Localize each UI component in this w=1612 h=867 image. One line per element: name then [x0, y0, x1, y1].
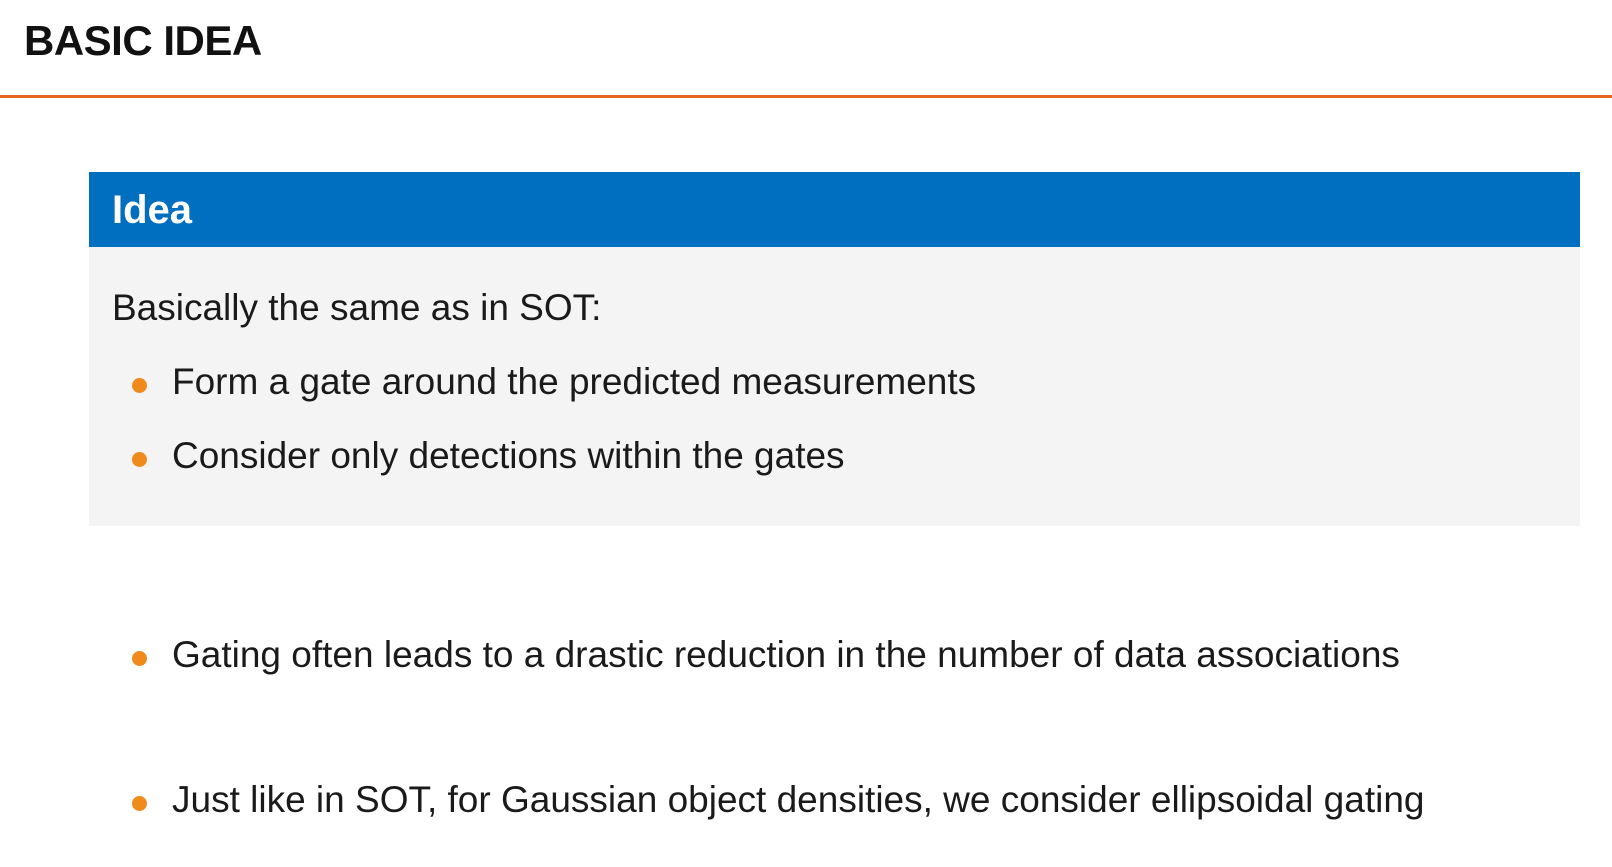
list-item-text: Consider only detections within the gate…	[172, 435, 845, 476]
idea-block: Idea Basically the same as in SOT: Form …	[89, 172, 1580, 526]
bullet-dot-icon	[132, 651, 147, 666]
bullet-item-text: Just like in SOT, for Gaussian object de…	[172, 779, 1425, 820]
idea-block-title: Idea	[112, 187, 193, 232]
idea-block-body: Basically the same as in SOT: Form a gat…	[89, 247, 1580, 479]
idea-block-intro: Basically the same as in SOT:	[112, 287, 602, 328]
list-item: Form a gate around the predicted measure…	[112, 359, 1557, 405]
bullet-dot-icon	[132, 378, 147, 393]
idea-block-header: Idea	[89, 172, 1580, 247]
list-item-text: Form a gate around the predicted measure…	[172, 361, 977, 402]
bullet-item: Gating often leads to a drastic reductio…	[112, 632, 1400, 678]
bullet-item: Just like in SOT, for Gaussian object de…	[112, 777, 1424, 823]
bullet-item-text: Gating often leads to a drastic reductio…	[172, 634, 1400, 675]
bullet-dot-icon	[132, 452, 147, 467]
title-divider	[0, 95, 1612, 98]
idea-block-list: Form a gate around the predicted measure…	[112, 359, 1557, 479]
list-item: Consider only detections within the gate…	[112, 433, 1557, 479]
bullet-dot-icon	[132, 796, 147, 811]
slide-title: BASIC IDEA	[24, 17, 262, 64]
